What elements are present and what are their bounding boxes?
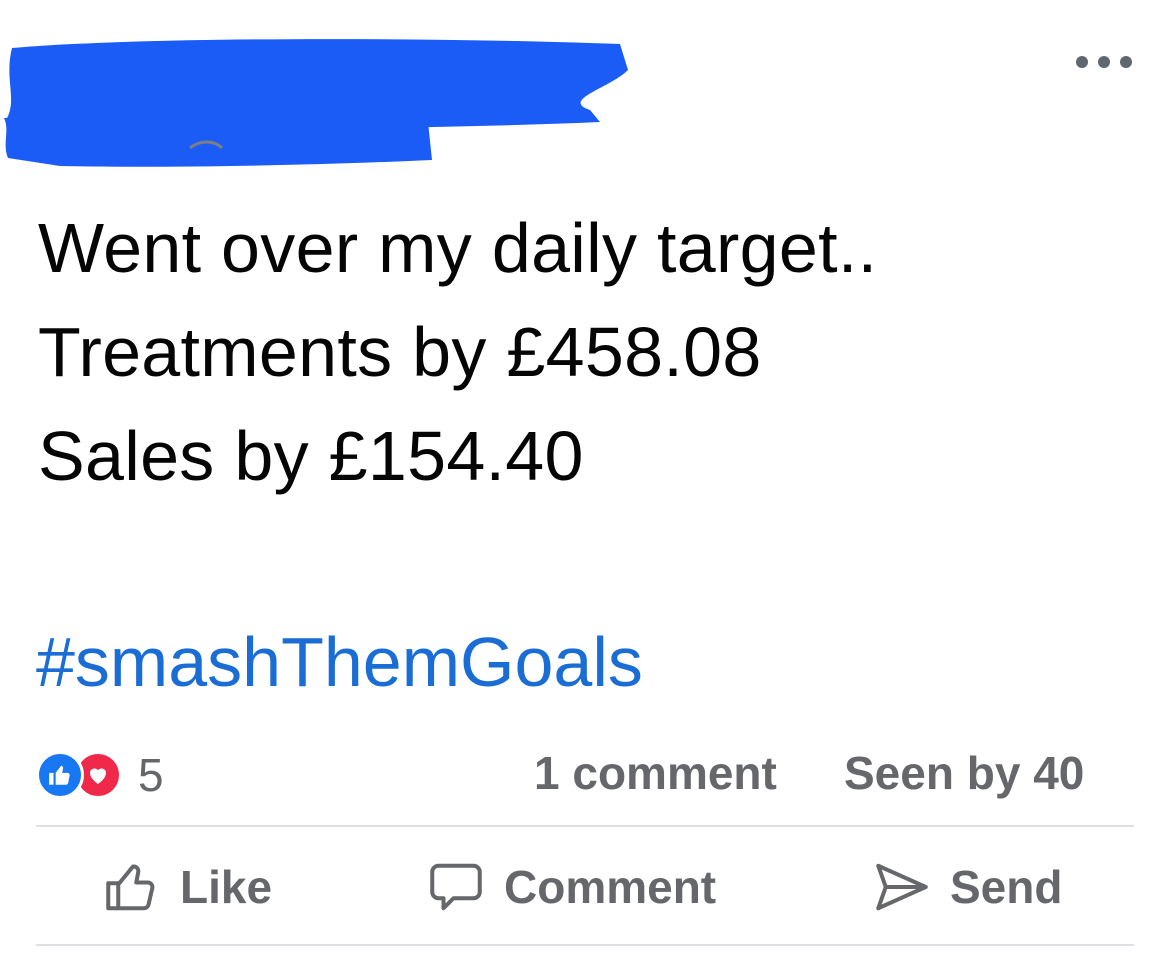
reactions-summary[interactable]: 5 [36, 748, 164, 802]
divider [36, 944, 1134, 946]
comment-button[interactable]: Comment [426, 854, 716, 920]
more-dot [1098, 56, 1110, 68]
send-label: Send [950, 861, 1063, 913]
more-dot [1120, 56, 1132, 68]
post-actions-bar: Like Comment Send [36, 840, 1134, 936]
post-stats: 5 1 comment Seen by 40 [36, 742, 1132, 802]
send-button[interactable]: Send [872, 854, 1062, 920]
seen-by-count[interactable]: Seen by 40 [844, 746, 1084, 800]
thumbs-up-outline-icon [106, 864, 155, 911]
post-text-line: Sales by £154.40 [38, 417, 584, 495]
post-text-line: Went over my daily target.. [38, 209, 878, 287]
hashtag-link[interactable]: #smashThemGoals [36, 622, 643, 702]
comment-label: Comment [504, 861, 717, 913]
post-header [0, 0, 1170, 185]
more-dot [1076, 56, 1088, 68]
divider [36, 825, 1134, 827]
more-options-icon[interactable] [1076, 50, 1132, 74]
like-label: Like [180, 861, 273, 913]
reaction-count: 5 [138, 749, 164, 801]
post-text: Went over my daily target.. Treatments b… [38, 196, 1128, 508]
like-button[interactable]: Like [102, 854, 272, 920]
paper-plane-icon [876, 863, 928, 911]
comments-count-link[interactable]: 1 comment [534, 746, 777, 800]
speech-bubble-icon [430, 863, 482, 911]
like-reaction-icon [36, 751, 84, 799]
redacted-author-info [4, 39, 628, 167]
post-text-line: Treatments by £458.08 [38, 313, 762, 391]
